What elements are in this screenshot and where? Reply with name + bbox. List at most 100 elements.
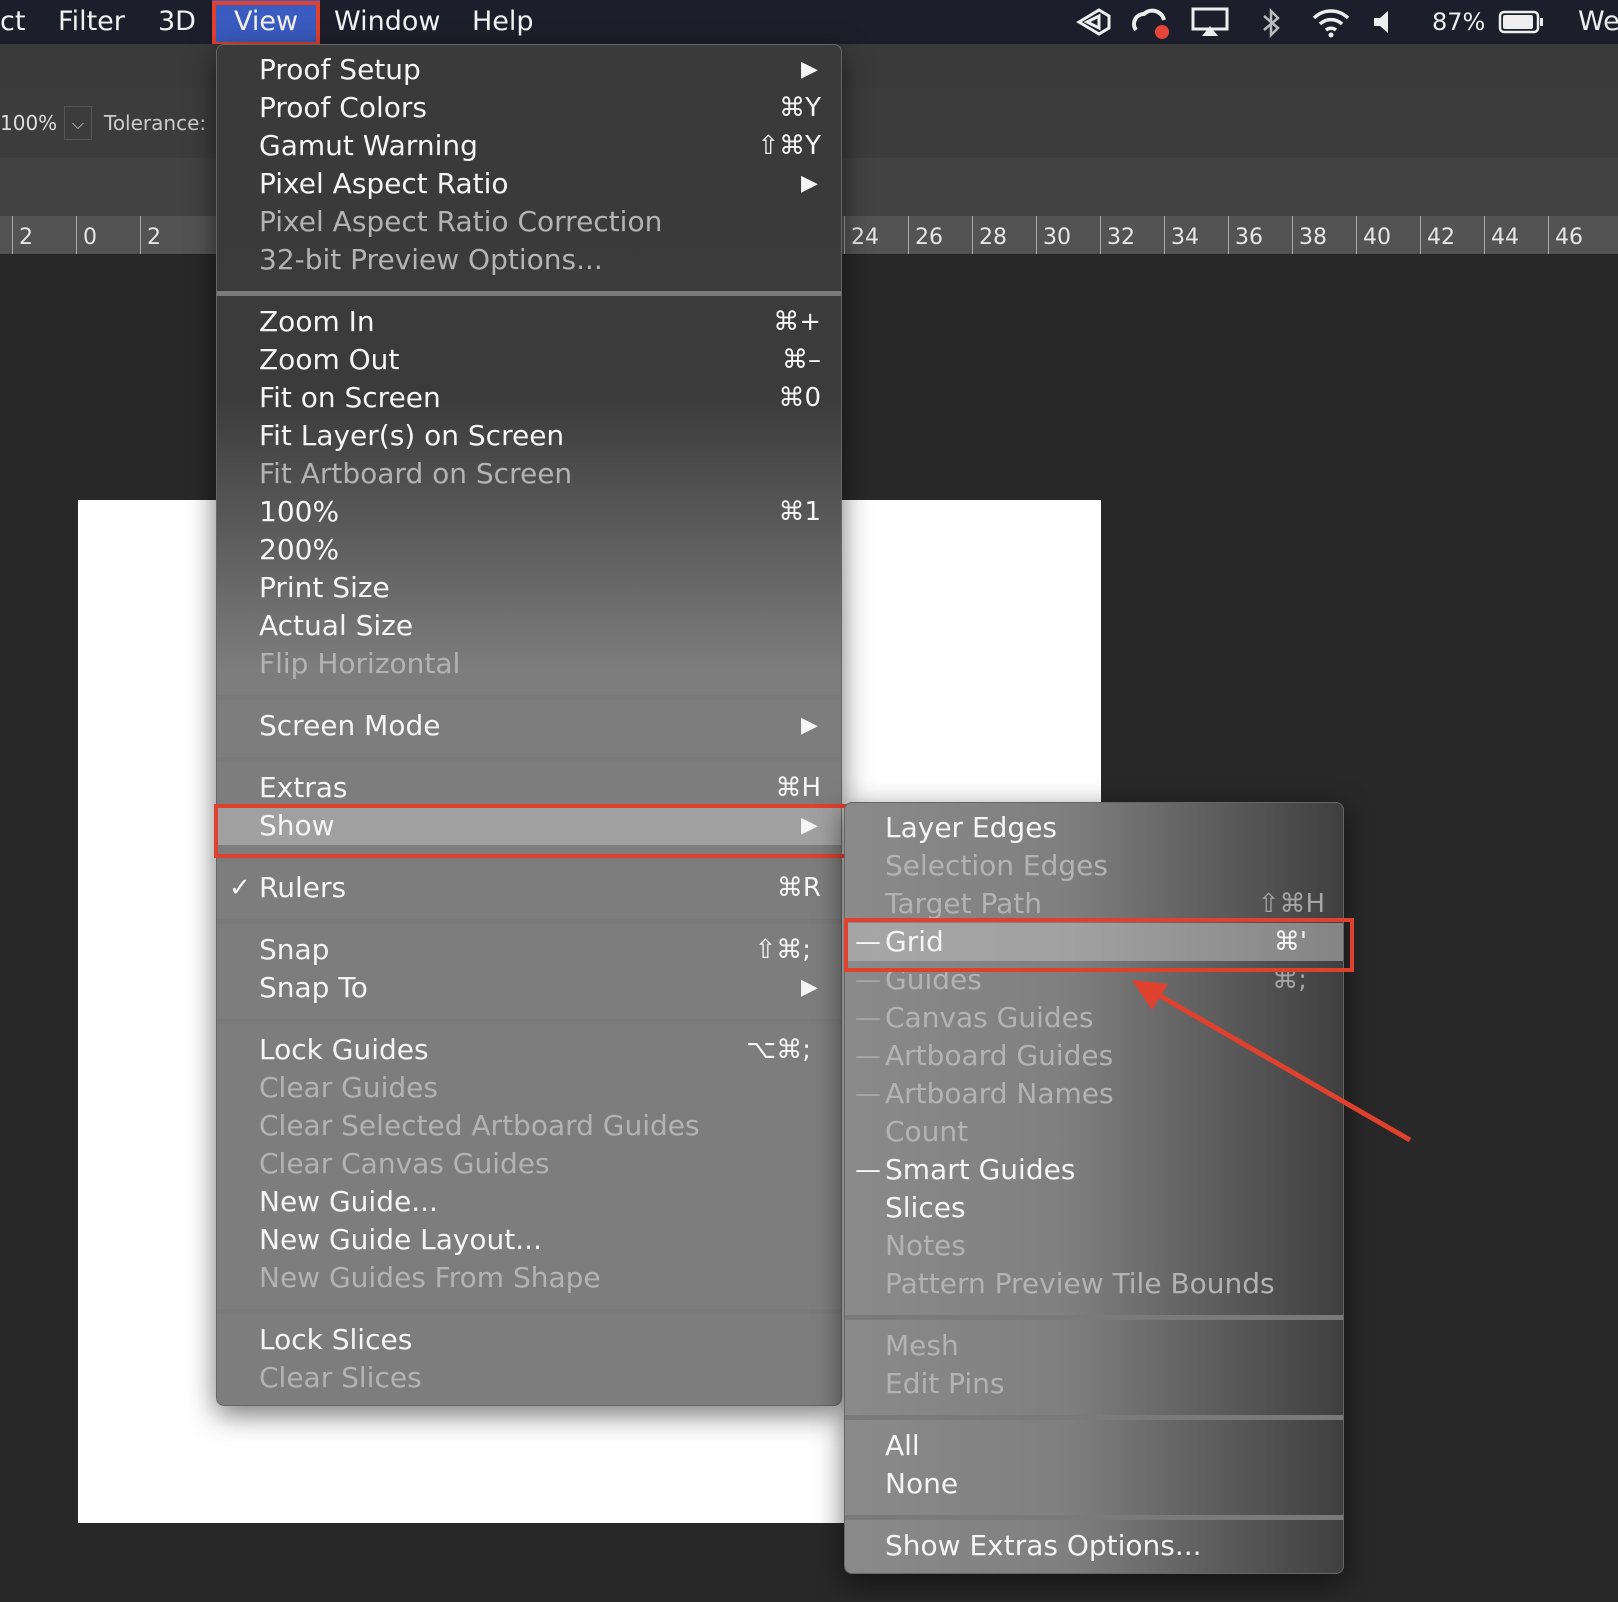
menu-item-200-percent[interactable]: 200% [259, 531, 339, 569]
shortcut-rulers: ⌘R [776, 873, 821, 903]
menu-item-proof-colors[interactable]: Proof Colors [259, 89, 427, 127]
shortcut-fit-on-screen: ⌘0 [778, 383, 821, 413]
submenu-item-notes: Notes [885, 1229, 966, 1262]
menu-item-clear-canvas-guides: Clear Canvas Guides [259, 1147, 550, 1180]
submenu-item-artboard-guides: Artboard Guides [885, 1039, 1114, 1072]
dash-icon: — [855, 1041, 881, 1071]
ruler-tick-label: 2 [140, 216, 204, 254]
view-menu-annotation-box [212, 1, 320, 46]
tolerance-label: Tolerance: [104, 111, 207, 135]
submenu-item-none[interactable]: None [885, 1465, 958, 1503]
submenu-item-smart-guides[interactable]: Smart Guides [885, 1151, 1075, 1189]
ruler-tick-label: 34 [1164, 216, 1228, 254]
menu-item-pixel-aspect-ratio[interactable]: Pixel Aspect Ratio [259, 165, 509, 203]
submenu-arrow-icon: ▶ [801, 57, 818, 82]
menu-item-zoom-out[interactable]: Zoom Out [259, 341, 399, 379]
checkmark-icon: ✓ [229, 873, 251, 903]
menu-separator [845, 1515, 1343, 1520]
shortcut-proof-colors: ⌘Y [779, 93, 821, 123]
ruler-tick-label: 24 [844, 216, 908, 254]
ruler-tick-label: 40 [1356, 216, 1420, 254]
menu-filter[interactable]: Filter [58, 0, 125, 44]
menu-item-fit-artboard-on-screen: Fit Artboard on Screen [259, 457, 573, 490]
view-menu: Proof Setup ▶ Proof Colors ⌘Y Gamut Warn… [216, 44, 842, 1406]
menu-item-clear-guides: Clear Guides [259, 1071, 438, 1104]
menu-item-new-guides-from-shape: New Guides From Shape [259, 1261, 601, 1294]
menu-item-pixel-aspect-ratio-correction: Pixel Aspect Ratio Correction [259, 205, 663, 238]
show-item-annotation-box [214, 804, 848, 858]
menu-3d[interactable]: 3D [158, 0, 196, 44]
submenu-item-count: Count [885, 1115, 969, 1148]
dash-icon: — [855, 1079, 881, 1109]
ruler-tick-label: 0 [76, 216, 140, 254]
menubar: ct Filter 3D View Window Help 87% We [0, 0, 1618, 46]
shortcut-snap: ⇧⌘; [754, 935, 811, 965]
menu-item-clear-slices: Clear Slices [259, 1361, 422, 1394]
ruler-tick-label: 36 [1228, 216, 1292, 254]
ruler-tick-label: 46 [1548, 216, 1612, 254]
shortcut-zoom-out: ⌘– [782, 345, 821, 375]
menu-item-snap-to[interactable]: Snap To [259, 969, 368, 1007]
menu-edit-partial[interactable]: ct [0, 0, 25, 44]
annotation-arrow-icon [1132, 980, 1412, 1143]
menu-item-flip-horizontal: Flip Horizontal [259, 647, 461, 680]
dash-icon: — [855, 1003, 881, 1033]
submenu-item-artboard-names: Artboard Names [885, 1077, 1114, 1110]
menu-item-rulers[interactable]: Rulers [259, 869, 346, 907]
menu-item-print-size[interactable]: Print Size [259, 569, 390, 607]
menu-item-actual-size[interactable]: Actual Size [259, 607, 413, 645]
menu-item-gamut-warning[interactable]: Gamut Warning [259, 127, 478, 165]
submenu-item-edit-pins: Edit Pins [885, 1367, 1005, 1400]
menu-item-fit-layers-on-screen[interactable]: Fit Layer(s) on Screen [259, 417, 564, 455]
ruler-tick-label: 2 [12, 216, 76, 254]
menu-separator [217, 757, 841, 762]
menu-separator [217, 1309, 841, 1314]
submenu-item-pattern-preview-tile-bounds: Pattern Preview Tile Bounds [885, 1267, 1275, 1300]
menu-item-new-guide[interactable]: New Guide... [259, 1183, 438, 1221]
menu-item-new-guide-layout[interactable]: New Guide Layout... [259, 1221, 542, 1259]
menu-separator [845, 1415, 1343, 1420]
ruler-tick-label: 30 [1036, 216, 1100, 254]
menu-item-proof-setup[interactable]: Proof Setup [259, 51, 421, 89]
submenu-item-mesh: Mesh [885, 1329, 959, 1362]
submenu-item-canvas-guides: Canvas Guides [885, 1001, 1094, 1034]
grid-item-annotation-box [844, 918, 1354, 972]
zoom-field[interactable]: 100% [0, 106, 64, 140]
menu-item-snap[interactable]: Snap [259, 931, 329, 969]
menu-item-fit-on-screen[interactable]: Fit on Screen [259, 379, 441, 417]
ruler-tick-label: 42 [1420, 216, 1484, 254]
menu-separator [217, 695, 841, 700]
submenu-item-slices[interactable]: Slices [885, 1189, 966, 1227]
menu-separator [845, 1315, 1343, 1320]
shortcut-extras: ⌘H [775, 773, 821, 803]
submenu-item-selection-edges: Selection Edges [885, 849, 1108, 882]
menu-separator [217, 291, 841, 296]
menu-help[interactable]: Help [472, 0, 534, 44]
submenu-item-show-extras-options[interactable]: Show Extras Options... [885, 1527, 1202, 1565]
submenu-item-all[interactable]: All [885, 1427, 920, 1465]
ruler-tick-label: 38 [1292, 216, 1356, 254]
ruler-tick-label: 26 [908, 216, 972, 254]
ruler-tick-label: 32 [1100, 216, 1164, 254]
menu-window[interactable]: Window [334, 0, 440, 44]
submenu-arrow-icon: ▶ [801, 975, 818, 1000]
submenu-arrow-icon: ▶ [801, 171, 818, 196]
menu-item-100-percent[interactable]: 100% [259, 493, 339, 531]
menu-item-lock-guides[interactable]: Lock Guides [259, 1031, 429, 1069]
menu-item-lock-slices[interactable]: Lock Slices [259, 1321, 412, 1359]
submenu-arrow-icon: ▶ [801, 713, 818, 738]
menu-separator [217, 1019, 841, 1024]
clock-text[interactable]: We [1578, 0, 1618, 44]
ruler-tick-label: 28 [972, 216, 1036, 254]
dash-icon: — [855, 1155, 881, 1185]
menu-item-clear-selected-artboard-guides: Clear Selected Artboard Guides [259, 1109, 700, 1142]
submenu-item-layer-edges[interactable]: Layer Edges [885, 809, 1057, 847]
shortcut-zoom-in: ⌘+ [773, 307, 821, 337]
shortcut-gamut-warning: ⇧⌘Y [757, 131, 821, 161]
chevron-down-icon[interactable]: ⌵ [64, 106, 92, 140]
battery-percent: 87% [1432, 8, 1486, 36]
menu-item-extras[interactable]: Extras [259, 769, 348, 807]
shortcut-lock-guides: ⌥⌘; [746, 1035, 811, 1065]
menu-item-zoom-in[interactable]: Zoom In [259, 303, 375, 341]
menu-item-screen-mode[interactable]: Screen Mode [259, 707, 440, 745]
